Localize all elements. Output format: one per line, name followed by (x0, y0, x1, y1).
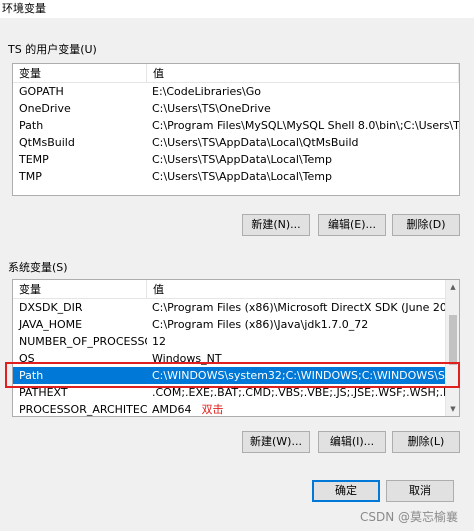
variable-value: 12 (152, 335, 166, 348)
column-header-value[interactable]: 值 (147, 64, 459, 82)
cancel-button[interactable]: 取消 (386, 480, 454, 502)
window-title: 环境变量 (0, 0, 474, 18)
list-item[interactable]: OS Windows_NT (13, 350, 459, 367)
variable-name: PROCESSOR_ARCHITECT... (19, 403, 147, 416)
list-item[interactable]: NUMBER_OF_PROCESSORS 12 (13, 333, 459, 350)
variable-value: C:\Users\TS\OneDrive (152, 102, 271, 115)
list-item[interactable]: JAVA_HOME C:\Program Files (x86)\Java\jdk… (13, 316, 459, 333)
variable-name: DXSDK_DIR (19, 301, 83, 314)
watermark: CSDN @莫忘榆襄 (359, 510, 458, 524)
variable-name: OS (19, 352, 35, 365)
variable-value: .COM;.EXE;.BAT;.CMD;.VBS;.VBE;.JS;.JSE;.… (152, 386, 459, 399)
variable-value: C:\Users\TS\AppData\Local\QtMsBuild (152, 136, 359, 149)
list-item[interactable]: PATHEXT .COM;.EXE;.BAT;.CMD;.VBS;.VBE;.JS… (13, 384, 459, 401)
system-list-header: 变量 值 (13, 280, 459, 299)
system-variables-label: 系统变量(S) (8, 261, 68, 274)
user-variables-label: TS 的用户变量(U) (8, 43, 97, 56)
system-delete-button[interactable]: 删除(L) (392, 431, 460, 453)
variable-value: C:\Users\TS\AppData\Local\Temp (152, 170, 333, 183)
variable-name: QtMsBuild (19, 136, 75, 149)
list-item[interactable]: GOPATH E:\CodeLibraries\Go (13, 83, 459, 100)
variable-name: PATHEXT (19, 386, 68, 399)
variable-name: OneDrive (19, 102, 71, 115)
list-item[interactable]: DXSDK_DIR C:\Program Files (x86)\Microsof… (13, 299, 459, 316)
variable-value: C:\Program Files (x86)\Microsoft DirectX… (152, 301, 459, 314)
variable-name: TMP (19, 170, 42, 183)
variable-value: AMD64 (152, 403, 192, 416)
list-item[interactable]: Path C:\Program Files\MySQL\MySQL Shell 8… (13, 117, 459, 134)
list-item[interactable]: PROCESSOR_ARCHITECT... AMD64 双击 (13, 401, 459, 416)
variable-value: C:\WINDOWS\system32;C:\WINDOWS;C:\WINDOW… (152, 369, 459, 382)
variable-value: E:\CodeLibraries\Go (152, 85, 261, 98)
variable-name: NUMBER_OF_PROCESSORS (19, 335, 147, 348)
system-new-button[interactable]: 新建(W)... (242, 431, 310, 453)
variable-name: Path (19, 369, 44, 382)
user-new-button[interactable]: 新建(N)... (242, 214, 310, 236)
variable-value: C:\Program Files (x86)\Java\jdk1.7.0_72 (152, 318, 369, 331)
list-item[interactable]: TMP C:\Users\TS\AppData\Local\Temp (13, 168, 459, 185)
vertical-scrollbar[interactable]: ▲ ▼ (445, 280, 459, 416)
column-header-variable[interactable]: 变量 (13, 64, 147, 82)
scroll-up-arrow-icon[interactable]: ▲ (446, 280, 459, 294)
list-item[interactable]: QtMsBuild C:\Users\TS\AppData\Local\QtMsB… (13, 134, 459, 151)
column-header-value[interactable]: 值 (147, 280, 459, 298)
list-item[interactable]: TEMP C:\Users\TS\AppData\Local\Temp (13, 151, 459, 168)
user-list-header: 变量 值 (13, 64, 459, 83)
user-edit-button[interactable]: 编辑(E)... (318, 214, 386, 236)
variable-name: JAVA_HOME (19, 318, 83, 331)
user-variables-list[interactable]: 变量 值 GOPATH E:\CodeLibraries\Go OneDrive C… (12, 63, 460, 196)
variable-value: Windows_NT (152, 352, 222, 365)
system-variables-list[interactable]: 变量 值 DXSDK_DIR C:\Program Files (x86)\Mic… (12, 279, 460, 417)
variable-name: Path (19, 119, 44, 132)
variable-name: TEMP (19, 153, 49, 166)
variable-value: C:\Program Files\MySQL\MySQL Shell 8.0\b… (152, 119, 459, 132)
double-click-annotation: 双击 (201, 403, 224, 416)
variable-value: C:\Users\TS\AppData\Local\Temp (152, 153, 333, 166)
scroll-down-arrow-icon[interactable]: ▼ (446, 402, 459, 416)
system-edit-button[interactable]: 编辑(I)... (318, 431, 386, 453)
ok-button[interactable]: 确定 (312, 480, 380, 502)
variable-name: GOPATH (19, 85, 64, 98)
column-header-variable[interactable]: 变量 (13, 280, 147, 298)
scroll-thumb[interactable] (449, 315, 457, 365)
list-item[interactable]: OneDrive C:\Users\TS\OneDrive (13, 100, 459, 117)
list-item-selected[interactable]: Path C:\WINDOWS\system32;C:\WINDOWS;C:\WI… (13, 367, 459, 384)
user-delete-button[interactable]: 删除(D) (392, 214, 460, 236)
